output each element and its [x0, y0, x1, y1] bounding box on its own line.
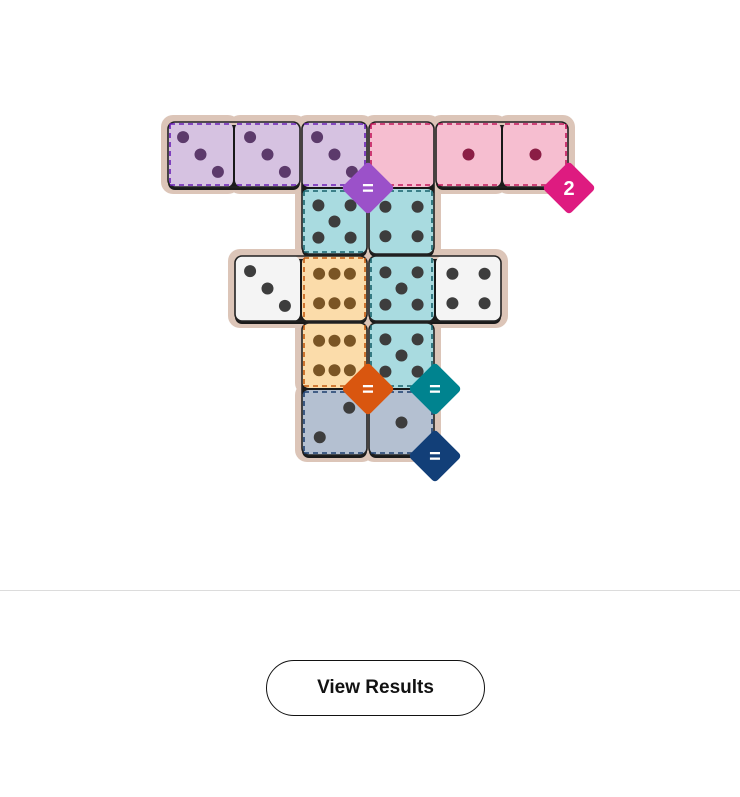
pip	[343, 267, 356, 280]
pip	[343, 297, 356, 310]
pip	[462, 148, 475, 161]
badge-label: =	[429, 446, 441, 468]
pip	[312, 199, 325, 212]
domino-tile[interactable]	[167, 121, 301, 190]
pip	[244, 265, 257, 278]
pip	[343, 334, 356, 347]
pip	[194, 148, 207, 161]
puzzle-board: = 2 = = =	[161, 115, 595, 482]
pip	[313, 334, 326, 347]
pip	[328, 148, 341, 161]
pip	[328, 267, 341, 280]
domino-tile[interactable]	[368, 255, 502, 324]
pip	[411, 266, 424, 279]
domino-tile[interactable]	[435, 121, 569, 190]
pip	[244, 131, 257, 144]
pip	[313, 364, 326, 377]
pip	[446, 297, 459, 310]
pip	[313, 267, 326, 280]
pip	[328, 364, 341, 377]
pip	[313, 297, 326, 310]
pip	[446, 267, 459, 280]
pip	[411, 333, 424, 346]
pip	[278, 299, 291, 312]
pip	[313, 431, 326, 444]
view-results-button[interactable]: View Results	[266, 660, 485, 716]
section-divider	[0, 590, 740, 591]
pip	[328, 334, 341, 347]
pip	[328, 215, 341, 228]
badge-label: =	[362, 379, 374, 401]
pip	[343, 364, 356, 377]
pip	[395, 349, 408, 362]
pip	[312, 231, 325, 244]
pip	[411, 230, 424, 243]
pip	[328, 297, 341, 310]
badge-label: =	[429, 379, 441, 401]
badge-label: =	[362, 178, 374, 200]
pip	[261, 282, 274, 295]
pip	[529, 148, 542, 161]
pip	[343, 401, 356, 414]
pip	[478, 297, 491, 310]
pip	[379, 200, 392, 213]
pip	[478, 267, 491, 280]
badge-label: 2	[563, 178, 574, 200]
pip	[177, 131, 190, 144]
pip	[395, 282, 408, 295]
pip	[344, 231, 357, 244]
pip	[379, 298, 392, 311]
domino-half	[302, 256, 367, 321]
pip	[411, 298, 424, 311]
pip	[379, 230, 392, 243]
pip	[411, 200, 424, 213]
pip	[395, 416, 408, 429]
pip	[261, 148, 274, 161]
pip	[278, 165, 291, 178]
domino-half	[436, 256, 501, 321]
pip	[311, 131, 324, 144]
pip	[379, 333, 392, 346]
pip	[211, 165, 224, 178]
pip	[379, 266, 392, 279]
domino-tile[interactable]	[234, 255, 368, 324]
